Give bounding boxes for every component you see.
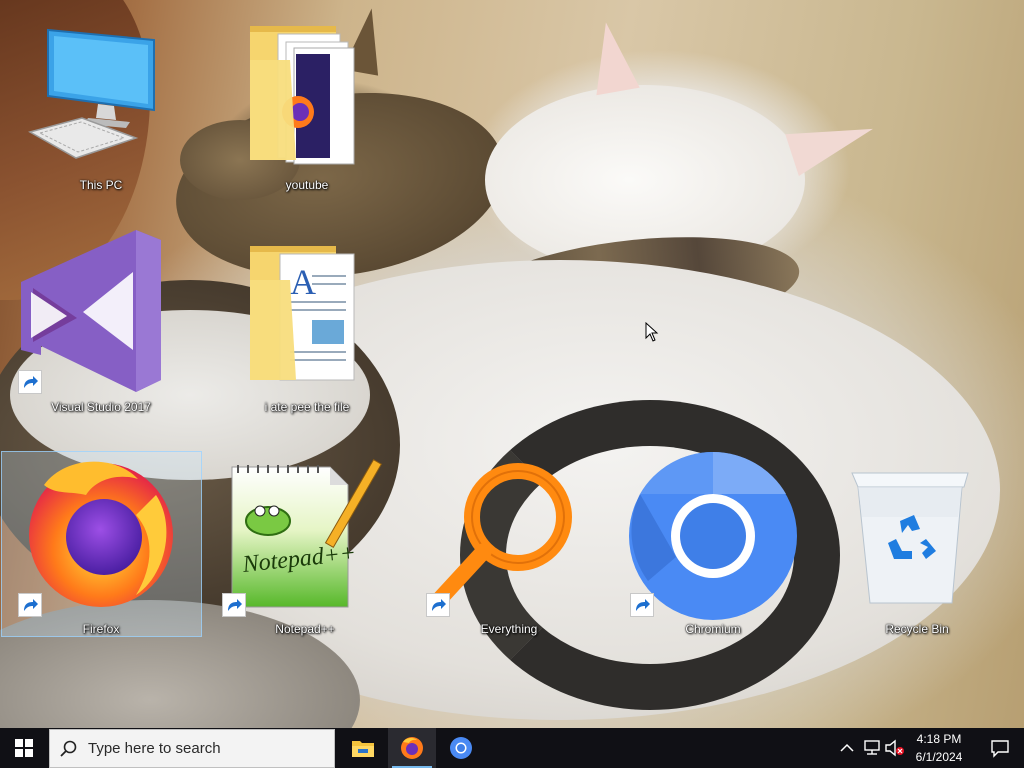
desktop-icon-label: Visual Studio 2017 xyxy=(51,400,151,414)
search-placeholder: Type here to search xyxy=(88,740,221,757)
notification-icon xyxy=(991,740,1009,758)
desktop-icon-visual-studio-2017[interactable]: Visual Studio 2017 xyxy=(18,230,161,430)
desktop-icon-youtube-folder[interactable]: youtube xyxy=(250,20,362,220)
notepad-plus-plus-icon: Notepad++ xyxy=(231,459,383,608)
desktop-icon-label: Firefox xyxy=(82,622,120,636)
recycle-bin-icon xyxy=(851,472,969,604)
file-explorer-icon xyxy=(352,741,374,757)
folder-icon xyxy=(250,26,355,165)
desktop-icon-notepad-plus-plus[interactable]: Notepad++ Notepad++ xyxy=(222,455,383,655)
desktop-icon-chromium[interactable]: Chromium xyxy=(629,451,797,655)
desktop-icon-label: Chromium xyxy=(685,622,741,636)
chromium-icon xyxy=(450,737,472,759)
mouse-cursor-icon xyxy=(645,322,659,342)
document-folder-icon: A xyxy=(250,246,355,381)
clock-time: 4:18 PM xyxy=(916,732,962,746)
notification-center-button[interactable] xyxy=(976,728,1024,768)
network-icon[interactable] xyxy=(862,738,882,758)
desktop-icon-everything[interactable]: Everything xyxy=(426,455,572,655)
taskbar-chromium[interactable] xyxy=(437,728,485,768)
volume-muted-icon[interactable] xyxy=(884,738,906,758)
windows-logo-icon xyxy=(15,739,33,757)
desktop-icon-label: This PC xyxy=(79,178,123,192)
computer-icon xyxy=(28,28,155,159)
shortcut-arrow-icon xyxy=(630,593,654,617)
shortcut-arrow-icon xyxy=(18,370,42,394)
desktop-icon-label: Recycle Bin xyxy=(885,622,949,636)
firefox-icon xyxy=(29,461,173,607)
shortcut-arrow-icon xyxy=(426,593,450,617)
desktop-icon-firefox[interactable]: Firefox xyxy=(18,455,173,655)
desktop-icon-this-pc[interactable]: This PC xyxy=(28,20,156,220)
clock-date: 6/1/2024 xyxy=(915,750,963,764)
search-icon xyxy=(60,740,77,757)
desktop-icon-recycle-bin[interactable]: Recycle Bin xyxy=(851,455,972,655)
visual-studio-icon xyxy=(21,230,161,392)
desktop-icon-document-folder[interactable]: A i ate pee the file xyxy=(250,240,362,440)
shortcut-arrow-icon xyxy=(222,593,246,617)
tray-chevron-up-icon[interactable] xyxy=(838,738,856,758)
taskbar-firefox[interactable] xyxy=(388,728,436,768)
desktop-icon-label: i ate pee the file xyxy=(264,400,350,414)
shortcut-arrow-icon xyxy=(18,593,42,617)
desktop-icon-label: youtube xyxy=(285,178,329,192)
desktop-icon-label: Everything xyxy=(480,622,538,636)
clock[interactable]: 4:18 PM 6/1/2024 xyxy=(904,728,974,768)
desktop-icon-label: Notepad++ xyxy=(275,622,335,636)
svg-text:A: A xyxy=(290,262,316,302)
firefox-icon xyxy=(401,737,423,759)
taskbar-file-explorer[interactable] xyxy=(339,728,387,768)
start-button[interactable] xyxy=(0,728,48,768)
magnifier-icon xyxy=(430,463,572,609)
search-box[interactable]: Type here to search xyxy=(49,729,335,768)
